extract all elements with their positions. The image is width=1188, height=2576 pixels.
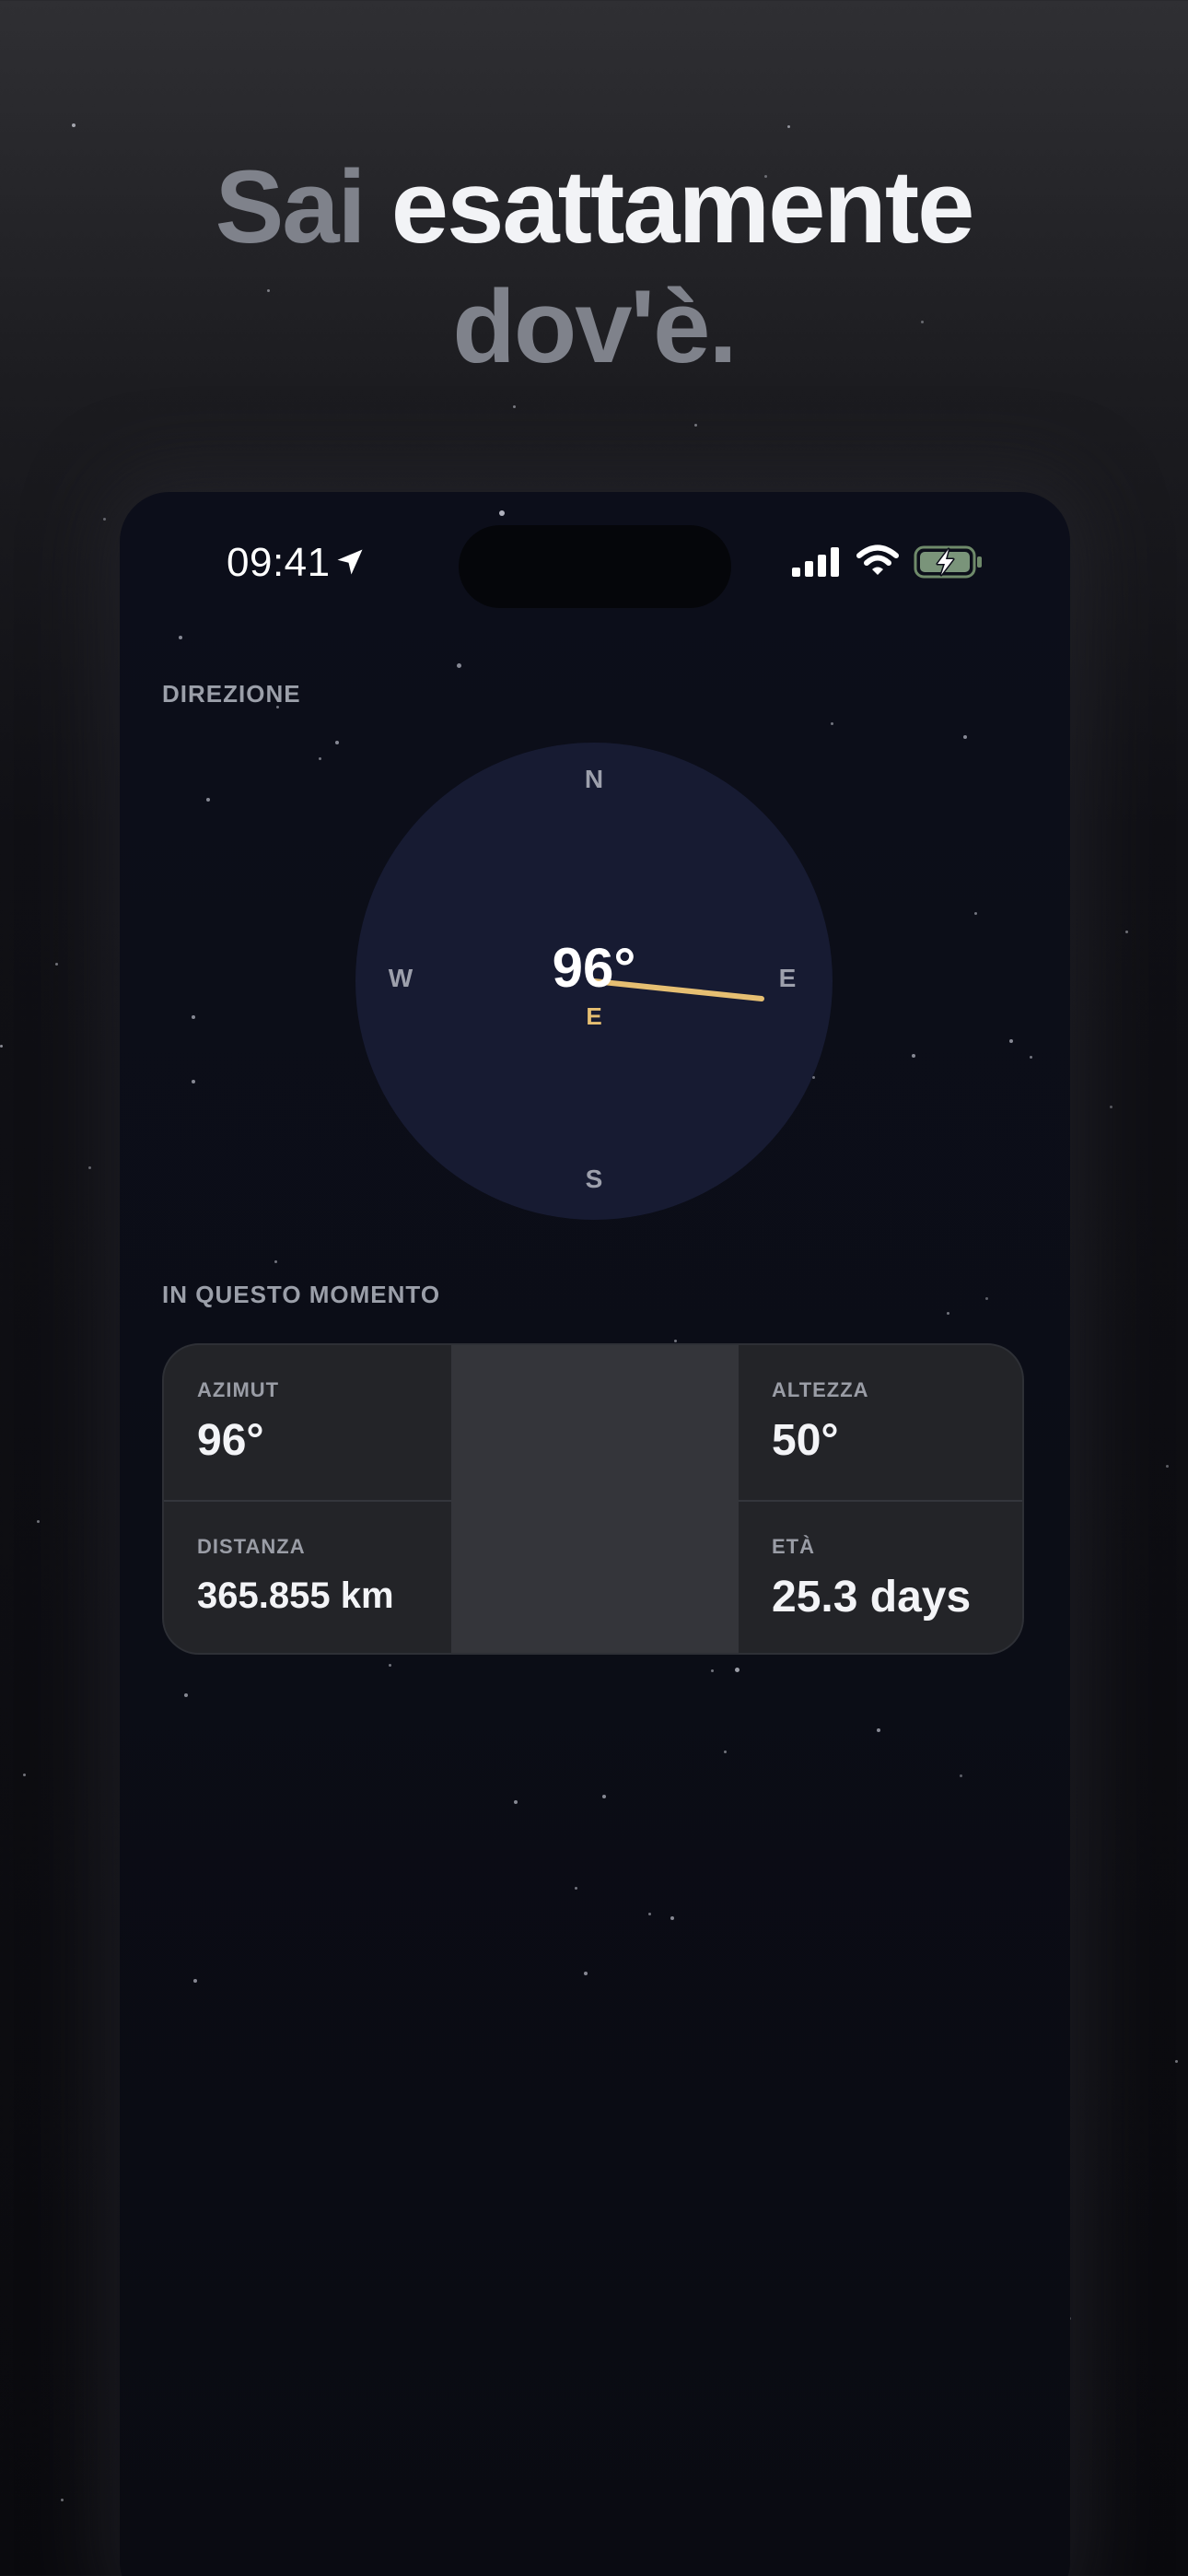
star — [103, 518, 106, 521]
star — [206, 798, 210, 802]
star — [974, 912, 977, 915]
star — [985, 1297, 988, 1300]
star — [319, 757, 321, 760]
stat-azimut-label: AZIMUT — [197, 1378, 280, 1401]
star — [1175, 2060, 1178, 2063]
stat-eta-value: 25.3 days — [772, 1573, 972, 1622]
stat-altezza: ALTEZZA 50° — [739, 1345, 1022, 1500]
star — [184, 1693, 188, 1697]
stats-card: AZIMUT 96° ALTEZZA 50° DISTANZA 365.855 … — [162, 1343, 1024, 1655]
star — [457, 663, 461, 668]
stat-distanza-value: 365.855 km — [197, 1575, 394, 1616]
star — [389, 1664, 391, 1667]
star — [960, 1774, 962, 1777]
phone-mockup: 09:41 DIREZIONE N E S W 96° E IN QUESTO … — [120, 492, 1070, 2576]
star — [37, 1520, 40, 1523]
stat-altezza-label: ALTEZZA — [772, 1378, 869, 1401]
star — [61, 2499, 64, 2501]
star — [55, 963, 58, 966]
star — [724, 1751, 727, 1753]
star — [192, 1015, 195, 1019]
star — [711, 1669, 714, 1672]
star — [674, 1340, 677, 1342]
star — [88, 1166, 91, 1169]
headline: Sai esattamente dov'è. — [0, 147, 1188, 387]
star — [648, 1913, 651, 1915]
star — [192, 1080, 195, 1083]
location-arrow-icon — [337, 549, 363, 575]
star — [575, 1887, 577, 1890]
star — [787, 125, 790, 128]
star — [1009, 1039, 1013, 1043]
star — [335, 741, 339, 744]
star — [513, 405, 516, 408]
compass-direction-label: E — [586, 1002, 602, 1030]
now-section-label: IN QUESTO MOMENTO — [162, 1281, 441, 1308]
star — [735, 1668, 740, 1672]
headline-line-2: dov'è. — [0, 267, 1188, 387]
headline-word-dove: dov'è. — [452, 269, 737, 384]
star — [499, 510, 505, 516]
star — [963, 735, 967, 739]
status-time: 09:41 — [227, 540, 331, 585]
star — [877, 1728, 880, 1732]
stat-azimut: AZIMUT 96° — [164, 1345, 451, 1500]
star — [1166, 1465, 1169, 1468]
star — [0, 1045, 3, 1048]
star — [274, 1260, 277, 1263]
star — [1110, 1106, 1112, 1108]
star — [23, 1774, 26, 1776]
stat-eta-label: ETÀ — [772, 1535, 815, 1558]
compass-degrees: 96° — [552, 937, 636, 999]
stat-altezza-value: 50° — [772, 1416, 839, 1465]
star — [947, 1312, 949, 1315]
star — [912, 1054, 915, 1058]
headline-word-sai: Sai — [215, 149, 367, 264]
headline-word-esattamente: esattamente — [390, 149, 975, 264]
star — [514, 1800, 518, 1804]
battery-charging-icon — [914, 545, 982, 579]
cellular-signal-icon — [792, 547, 839, 577]
dynamic-island — [459, 525, 731, 608]
direction-section-label: DIREZIONE — [162, 680, 301, 708]
stats-card-center-panel — [451, 1345, 739, 1653]
star — [72, 123, 76, 127]
star — [584, 1972, 588, 1975]
wifi-icon — [856, 544, 899, 575]
star — [1125, 931, 1128, 933]
headline-line-1: Sai esattamente — [0, 147, 1188, 267]
star — [1030, 1056, 1032, 1059]
stat-distanza-label: DISTANZA — [197, 1535, 306, 1558]
stat-eta: ETÀ 25.3 days — [739, 1502, 1022, 1653]
stat-distanza: DISTANZA 365.855 km — [164, 1502, 451, 1653]
star — [831, 722, 833, 725]
star — [694, 424, 697, 427]
star — [193, 1979, 197, 1983]
stat-azimut-value: 96° — [197, 1416, 264, 1465]
star — [602, 1795, 606, 1798]
compass-dial: N E S W 96° E — [355, 743, 833, 1220]
star — [179, 636, 182, 639]
star — [670, 1916, 674, 1920]
